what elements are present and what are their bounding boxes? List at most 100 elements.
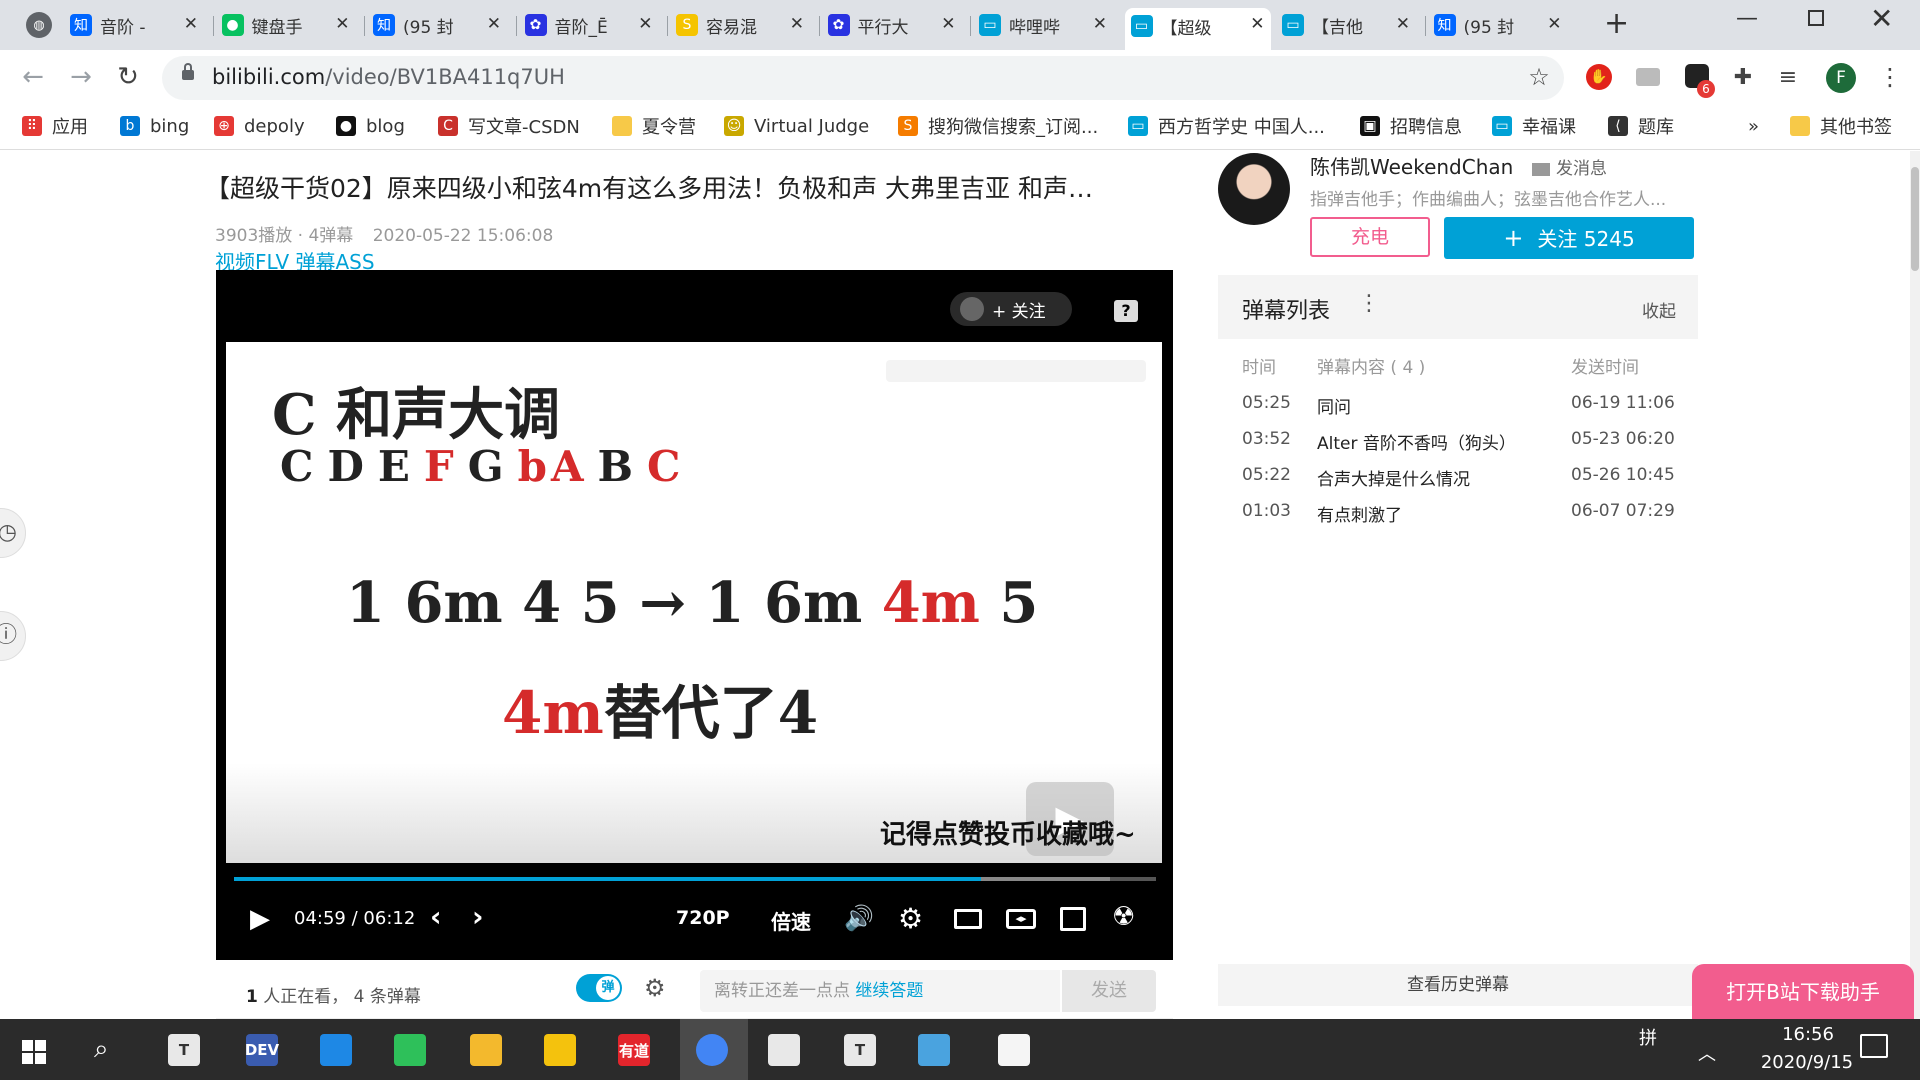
browser-tab[interactable]: 知 (95 封 ✕ [1433, 8, 1568, 42]
extension-gray-icon[interactable] [1636, 68, 1660, 86]
next-chevron-icon[interactable]: › [472, 900, 484, 933]
help-icon[interactable]: ? [1114, 300, 1138, 322]
file-explorer-icon[interactable] [470, 1034, 502, 1066]
browser-tab[interactable]: ▭ 哔哩哔 ✕ [979, 8, 1113, 42]
typora-icon[interactable]: T [168, 1034, 200, 1066]
speed-button[interactable]: 倍速 [771, 906, 811, 935]
follow-button[interactable]: + 关注 5245 [1444, 217, 1694, 259]
remote-desktop-icon[interactable] [918, 1034, 950, 1066]
danmaku-input[interactable]: 离转正还差一点点 继续答题 [700, 970, 1060, 1012]
play-button[interactable]: ▶ [250, 904, 270, 934]
forward-icon[interactable]: → [66, 62, 96, 92]
star-icon[interactable]: ☆ [1526, 63, 1552, 91]
bookmark-item[interactable]: ⠿ 应用 [22, 113, 88, 139]
browser-tab[interactable]: S 容易混 ✕ [676, 8, 810, 42]
tab-close-icon[interactable]: ✕ [1250, 14, 1264, 34]
media-control-icon[interactable]: ≡ [1775, 64, 1801, 90]
tab-close-icon[interactable]: ✕ [638, 14, 652, 34]
bookmark-item[interactable]: 夏令营 [612, 113, 696, 139]
tab-close-icon[interactable]: ✕ [1396, 14, 1410, 34]
bookmark-item[interactable]: ☺ Virtual Judge [724, 113, 869, 139]
browser-tab[interactable]: ✿ 音阶_Ē ✕ [524, 8, 659, 42]
bookmark-item[interactable]: S 搜狗微信搜索_订阅... [898, 113, 1098, 139]
typora-icon[interactable]: T [844, 1034, 876, 1066]
new-tab-button[interactable]: + [1604, 9, 1629, 39]
bookmark-item[interactable]: ▭ 幸福课 [1492, 113, 1576, 139]
pip-icon[interactable] [954, 909, 982, 929]
puzzle-icon[interactable]: ✚ [1730, 64, 1756, 90]
settings-gear-icon[interactable]: ⚙ [898, 902, 923, 935]
minimize-button[interactable]: — [1736, 6, 1758, 31]
charge-button[interactable]: 充电 [1310, 217, 1430, 257]
ime-indicator[interactable]: 拼 [1639, 1024, 1657, 1050]
send-button[interactable]: 发送 [1062, 970, 1156, 1012]
bookmark-item[interactable]: ⊕ depoly [214, 113, 305, 139]
info-float-icon[interactable]: ⓘ [0, 611, 26, 661]
tab-close-icon[interactable]: ✕ [487, 14, 501, 34]
history-float-icon[interactable]: ◷ [0, 508, 26, 558]
browser-tab[interactable]: ✿ 平行大 ✕ [827, 8, 962, 42]
page-scrollbar[interactable] [1910, 151, 1920, 1019]
quality-button[interactable]: 720P [676, 907, 730, 929]
devcpp-icon[interactable]: DEV [245, 1034, 279, 1066]
clock-time[interactable]: 16:56 [1758, 1024, 1858, 1045]
restore-button[interactable] [1808, 10, 1824, 26]
header-content[interactable]: 弹幕内容 ( 4 ) [1317, 353, 1425, 378]
profile-avatar[interactable]: F [1826, 63, 1856, 93]
header-time[interactable]: 时间 [1242, 353, 1276, 378]
bookmark-item[interactable]: ⟨ 题库 [1608, 113, 1674, 139]
continue-quiz-link[interactable]: 继续答题 [855, 981, 923, 1001]
danmaku-list-more-icon[interactable]: ⋮ [1358, 291, 1380, 316]
danmaku-row[interactable]: 03:52 Alter 音阶不香吗（狗头） 05-23 06:20 [1218, 427, 1698, 457]
bilibili-helper-button[interactable]: 打开B站下载助手 [1692, 964, 1914, 1019]
bookmark-item[interactable]: ● blog [336, 113, 405, 139]
send-message-link[interactable]: 发消息 [1532, 154, 1607, 179]
adblock-icon[interactable]: ✋ [1586, 64, 1612, 90]
bookmark-item[interactable]: C 写文章-CSDN [438, 113, 580, 139]
browser-tab[interactable]: ▭ 【超级 ✕ [1124, 8, 1271, 50]
bookmark-item[interactable]: ▭ 西方哲学史 中国人... [1128, 113, 1325, 139]
prev-chevron-icon[interactable]: ‹ [430, 900, 442, 933]
youdao-icon[interactable]: 有道 [618, 1034, 650, 1066]
tab-close-icon[interactable]: ✕ [1093, 14, 1107, 34]
video-player[interactable]: + 关注 ? C 和声大调 C D E F GbA B C 1 6m 4 5 → 1 6m … [216, 270, 1173, 960]
chrome-icon[interactable] [696, 1034, 728, 1066]
menu-kebab-icon[interactable]: ⋮ [1878, 62, 1902, 92]
danmaku-toggle[interactable]: 弹 [576, 974, 622, 1002]
web-fullscreen-icon[interactable] [1060, 907, 1086, 931]
reload-icon[interactable]: ↻ [113, 62, 143, 92]
volume-icon[interactable]: 🔊 [844, 904, 874, 932]
uploader-name[interactable]: 陈伟凯WeekendChan [1310, 151, 1513, 180]
search-icon[interactable]: ⌕ [94, 1034, 109, 1065]
url-text[interactable]: bilibili.com/video/BV1BA411q7UH [212, 65, 565, 89]
tab-close-icon[interactable]: ✕ [335, 14, 349, 34]
tab-close-icon[interactable]: ✕ [790, 14, 804, 34]
tab-close-icon[interactable]: ✕ [941, 14, 955, 34]
danmaku-row[interactable]: 05:25 同问 06-19 11:06 [1218, 391, 1698, 421]
player-follow-button[interactable]: + 关注 [950, 292, 1072, 326]
widescreen-icon[interactable]: ◂▸ [1006, 909, 1036, 929]
notepad-icon[interactable] [998, 1034, 1030, 1066]
fullscreen-icon[interactable]: ☢ [1112, 902, 1135, 932]
tab-search-icon[interactable]: ◍ [26, 12, 52, 38]
danmaku-settings-icon[interactable]: ⚙ [644, 974, 666, 1002]
scrollbar-thumb[interactable] [1911, 167, 1919, 271]
bookmark-item[interactable]: ▣ 招聘信息 [1360, 113, 1462, 139]
progress-track[interactable] [234, 877, 1156, 881]
wechat-icon[interactable] [394, 1034, 426, 1066]
reader-icon[interactable] [768, 1034, 800, 1066]
browser-tab[interactable]: ● 键盘手 ✕ [221, 8, 356, 42]
uploader-avatar[interactable] [1218, 153, 1290, 225]
tab-close-icon[interactable]: ✕ [184, 14, 198, 34]
history-danmaku-button[interactable]: 查看历史弹幕 [1218, 964, 1698, 1006]
header-sent[interactable]: 发送时间 [1571, 353, 1639, 378]
app-yellow-icon[interactable] [544, 1034, 576, 1066]
close-window-button[interactable]: ✕ [1870, 2, 1893, 35]
danmaku-row[interactable]: 05:22 合声大掉是什么情况 05-26 10:45 [1218, 463, 1698, 493]
tab-close-icon[interactable]: ✕ [1547, 14, 1561, 34]
notification-icon[interactable] [1860, 1034, 1888, 1058]
tray-chevron-icon[interactable]: ︿ [1698, 1040, 1716, 1066]
danmaku-row[interactable]: 01:03 有点刺激了 06-07 07:29 [1218, 499, 1698, 529]
bookmark-item[interactable]: b bing [120, 113, 189, 139]
windows-start-icon[interactable] [22, 1040, 46, 1064]
